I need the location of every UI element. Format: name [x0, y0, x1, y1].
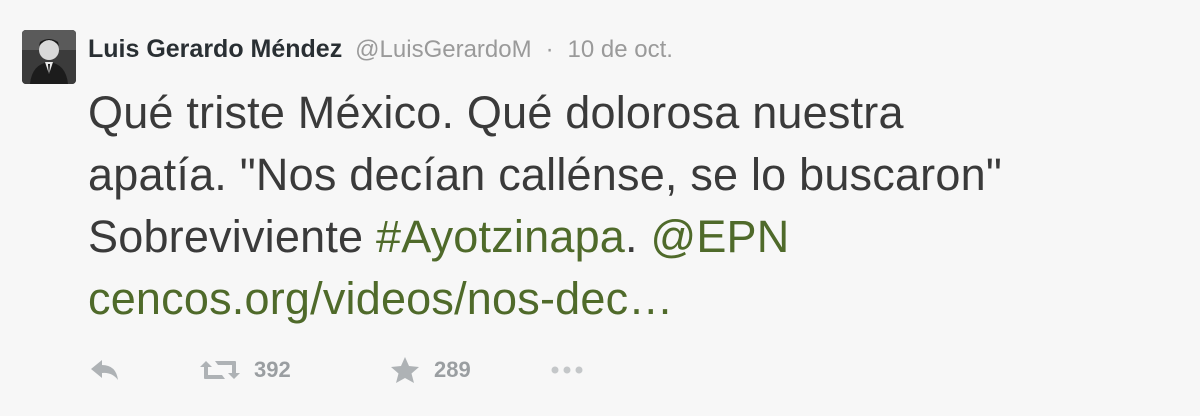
retweet-count: 392 [254, 357, 291, 382]
tweet-card: Luis Gerardo Méndez @LuisGerardoM · 10 d… [0, 0, 1200, 416]
mention-link[interactable]: @EPN [650, 211, 789, 262]
tweet-text-line-1: Qué triste México. Qué dolorosa nuestra [88, 87, 904, 138]
retweet-icon [200, 357, 240, 383]
star-icon [390, 356, 420, 384]
tweet-text-line-3: Sobreviviente #Ayotzinapa. @EPN [88, 206, 1178, 268]
reply-button[interactable] [88, 358, 200, 382]
tweet-text-punctuation: . [625, 211, 651, 262]
reply-icon [88, 358, 122, 382]
retweet-button[interactable]: 392 [200, 357, 390, 383]
hashtag-link[interactable]: #Ayotzinapa [376, 211, 625, 262]
url-link[interactable]: cencos.org/videos/nos-dec… [88, 268, 1178, 330]
tweet-date[interactable]: 10 de oct. [568, 36, 673, 63]
display-name[interactable]: Luis Gerardo Méndez [88, 35, 342, 63]
avatar[interactable] [22, 30, 76, 84]
tweet-text-word: Sobreviviente [88, 211, 376, 262]
tweet-actions: 392 289 [88, 350, 584, 390]
username-handle[interactable]: @LuisGerardoM [355, 36, 531, 63]
favorite-count: 289 [434, 357, 471, 382]
tweet-text: Qué triste México. Qué dolorosa nuestra … [88, 82, 1178, 330]
more-button[interactable] [550, 365, 584, 375]
separator-dot: · [545, 36, 554, 63]
tweet-text-line-2: apatía. "Nos decían callénse, se lo busc… [88, 149, 1002, 200]
favorite-button[interactable]: 289 [390, 356, 550, 384]
tweet-header: Luis Gerardo Méndez @LuisGerardoM · 10 d… [88, 32, 673, 66]
more-icon [550, 365, 584, 375]
